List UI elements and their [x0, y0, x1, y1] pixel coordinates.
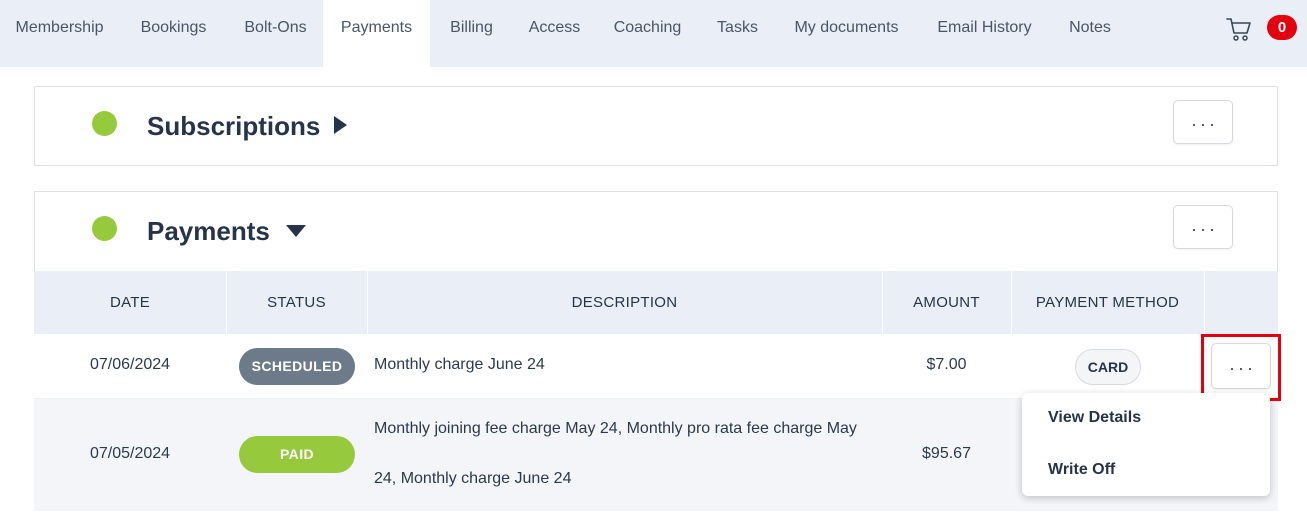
row-description: Monthly charge June 24	[374, 356, 545, 373]
menu-item-write-off[interactable]: Write Off	[1048, 461, 1115, 479]
tab-membership[interactable]: Membership	[0, 0, 119, 67]
row-date: 07/06/2024	[89, 356, 171, 373]
subscriptions-more-button[interactable]: ...	[1173, 100, 1233, 144]
column-header-payment-method: PAYMENT METHOD	[1035, 294, 1180, 311]
table-row: 07/06/2024 SCHEDULED Monthly charge June…	[34, 334, 1278, 399]
column-header-amount: AMOUNT	[913, 294, 980, 311]
subscriptions-panel: Subscriptions ...	[34, 86, 1278, 166]
row-amount: $7.00	[926, 356, 967, 373]
shopping-cart-icon[interactable]	[1226, 16, 1252, 42]
payment-method-badge: CARD	[1075, 349, 1141, 385]
row-date: 07/05/2024	[89, 445, 171, 462]
payments-table-header: DATE STATUS DESCRIPTION AMOUNT PAYMENT M…	[34, 271, 1278, 334]
tab-access[interactable]: Access	[513, 0, 596, 67]
tab-coaching[interactable]: Coaching	[596, 0, 699, 67]
status-dot	[92, 111, 117, 136]
row-amount: $95.67	[922, 445, 971, 462]
column-header-status: STATUS	[267, 294, 326, 311]
expand-arrow-icon[interactable]	[334, 116, 347, 134]
status-dot	[92, 216, 117, 241]
status-badge: SCHEDULED	[239, 348, 355, 385]
tab-billing[interactable]: Billing	[430, 0, 513, 67]
column-header-date: DATE	[109, 294, 151, 311]
payments-title[interactable]: Payments	[147, 216, 270, 247]
row-description-line-2: 24, Monthly charge June 24	[374, 470, 572, 487]
collapse-arrow-icon[interactable]	[286, 225, 306, 237]
tab-my-documents[interactable]: My documents	[776, 0, 917, 67]
tab-bookings[interactable]: Bookings	[119, 0, 228, 67]
tab-payments[interactable]: Payments	[323, 0, 430, 67]
tab-bolt-ons[interactable]: Bolt-Ons	[228, 0, 323, 67]
status-badge: PAID	[239, 436, 355, 473]
tab-notes[interactable]: Notes	[1052, 0, 1128, 67]
payments-more-button[interactable]: ...	[1173, 205, 1233, 249]
highlight-box	[1201, 334, 1281, 401]
row-description-line-1: Monthly joining fee charge May 24, Month…	[374, 420, 857, 437]
cart-count-badge: 0	[1267, 15, 1297, 40]
top-navigation: Membership Bookings Bolt-Ons Payments Bi…	[0, 0, 1307, 67]
tab-tasks[interactable]: Tasks	[699, 0, 776, 67]
row-actions-menu: View Details Write Off	[1022, 393, 1270, 496]
payments-panel: Payments ...	[34, 191, 1278, 271]
subscriptions-title[interactable]: Subscriptions	[147, 111, 320, 142]
tab-email-history[interactable]: Email History	[917, 0, 1052, 67]
column-header-description: DESCRIPTION	[571, 294, 678, 311]
menu-item-view-details[interactable]: View Details	[1048, 409, 1141, 427]
